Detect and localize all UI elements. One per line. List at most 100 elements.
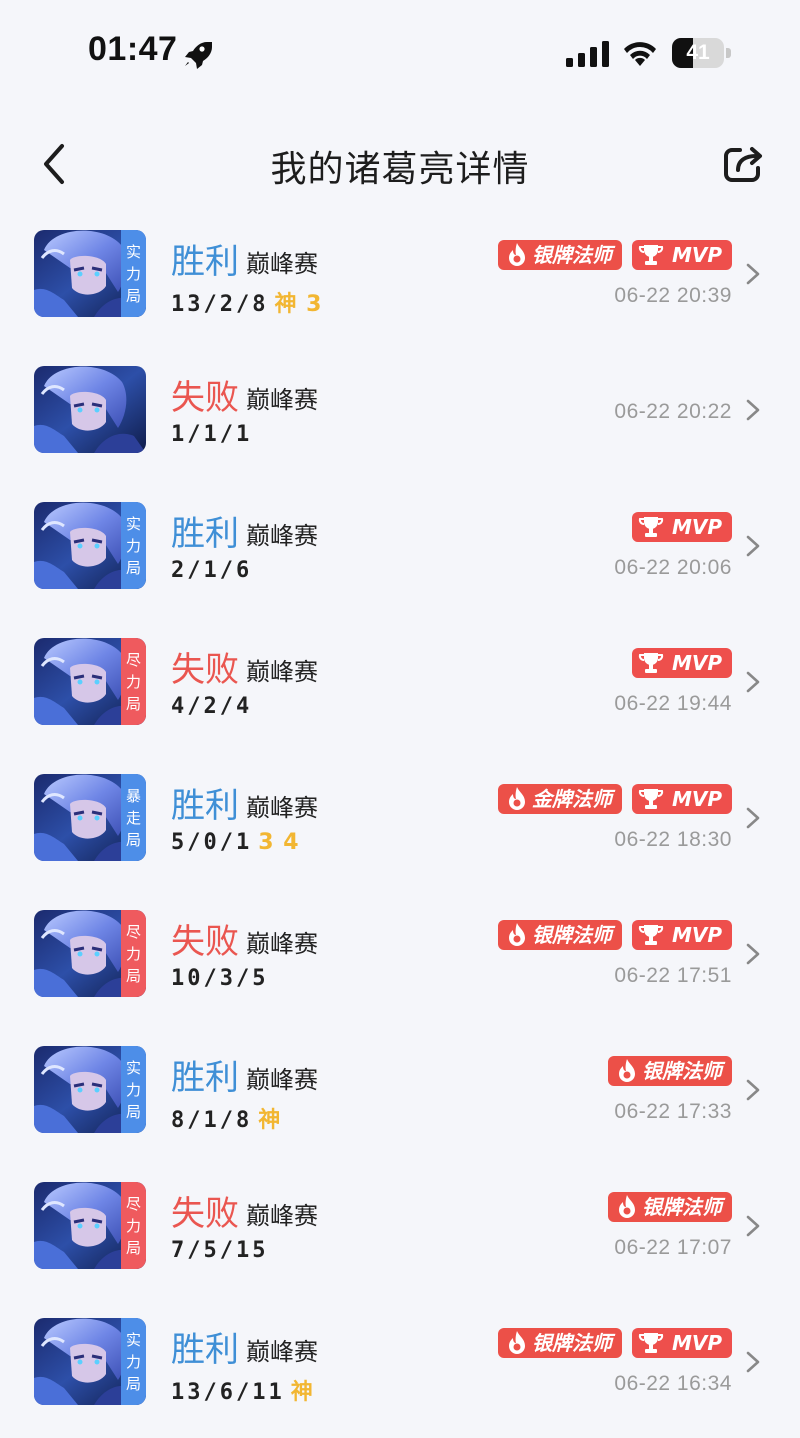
mode-tag-char: 局	[125, 286, 141, 305]
medal-badge: 银牌法师	[497, 920, 622, 950]
chevron-right-icon	[746, 1215, 760, 1237]
flame-icon	[619, 1195, 635, 1218]
chevron-right-icon	[746, 1079, 760, 1101]
medal-badge: 金牌法师	[497, 784, 622, 814]
badge-group: 银牌法师 MVP	[497, 240, 732, 274]
kda-value: 13/6/11	[171, 1380, 285, 1405]
mode-tag-char: 局	[125, 558, 141, 577]
mvp-badge: MVP	[631, 1328, 732, 1358]
medal-badge: 银牌法师	[497, 240, 622, 270]
mode-tag-char: 走	[125, 808, 141, 827]
kda-extra-mark: 神	[258, 1108, 282, 1133]
hero-avatar	[34, 366, 146, 453]
mvp-badge: MVP	[631, 512, 732, 542]
match-type: 巅峰赛	[246, 1066, 318, 1094]
mode-tag: 实力局	[121, 230, 146, 317]
battery-level-text: 41	[686, 41, 710, 64]
match-row[interactable]: 暴走局 胜利 巅峰赛 5/0/1 3 4 金牌法师 MVP 06-22 18:30	[0, 758, 800, 894]
match-time: 06-22 20:39	[614, 284, 732, 307]
match-type: 巅峰赛	[246, 930, 318, 958]
badge-label: MVP	[671, 515, 722, 539]
signal-icon	[566, 41, 609, 67]
badge-label: 银牌法师	[531, 923, 612, 947]
hero-avatar: 尽力局	[34, 910, 146, 997]
flame-icon	[508, 243, 525, 266]
chevron-right-icon	[746, 1351, 760, 1373]
match-row[interactable]: 实力局 胜利 巅峰赛 13/6/11 神 银牌法师 MVP 06-22 16:34	[0, 1302, 800, 1438]
match-time: 06-22 18:30	[614, 828, 732, 851]
badge-group: MVP	[631, 512, 732, 546]
flame-icon	[508, 787, 525, 810]
trophy-icon	[638, 653, 664, 673]
match-row[interactable]: 失败 巅峰赛 1/1/1 06-22 20:22	[0, 350, 800, 486]
mode-tag: 尽力局	[121, 1182, 146, 1269]
hero-avatar: 实力局	[34, 230, 146, 317]
mode-tag-char: 实	[125, 1330, 141, 1349]
trophy-icon	[638, 245, 664, 265]
kda-extra-mark: 神	[290, 1380, 314, 1405]
chevron-right-icon	[746, 263, 760, 285]
match-type: 巅峰赛	[246, 250, 318, 278]
mode-tag-char: 力	[125, 672, 141, 691]
share-button[interactable]	[720, 142, 770, 186]
match-time: 06-22 17:07	[614, 1236, 732, 1259]
trophy-icon	[638, 925, 664, 945]
kda-score: 7/5/15	[171, 1238, 274, 1263]
badge-label: 金牌法师	[531, 787, 612, 811]
mode-tag-char: 力	[125, 536, 141, 555]
page-title: 我的诸葛亮详情	[270, 149, 530, 190]
badge-group: 银牌法师 MVP	[497, 1328, 732, 1362]
mvp-badge: MVP	[631, 648, 732, 678]
badge-group: 银牌法师	[608, 1192, 732, 1226]
chevron-right-icon	[746, 399, 760, 421]
match-result: 失败	[171, 1194, 239, 1234]
badge-label: MVP	[671, 787, 722, 811]
kda-value: 1/1/1	[171, 422, 253, 447]
kda-score: 4/2/4	[171, 694, 258, 719]
kda-score: 13/6/11 神	[171, 1374, 314, 1406]
match-time: 06-22 20:22	[614, 400, 732, 423]
mode-tag-char: 力	[125, 1352, 141, 1371]
match-row[interactable]: 实力局 胜利 巅峰赛 2/1/6 MVP 06-22 20:06	[0, 486, 800, 622]
badge-label: 银牌法师	[531, 1331, 612, 1355]
match-type: 巅峰赛	[246, 386, 318, 414]
kda-value: 10/3/5	[171, 966, 269, 991]
match-time: 06-22 19:44	[614, 692, 732, 715]
mode-tag-char: 局	[125, 694, 141, 713]
mvp-badge: MVP	[631, 920, 732, 950]
match-type: 巅峰赛	[246, 1338, 318, 1366]
match-type: 巅峰赛	[246, 794, 318, 822]
badge-label: 银牌法师	[642, 1195, 722, 1219]
match-row[interactable]: 尽力局 失败 巅峰赛 4/2/4 MVP 06-22 19:44	[0, 622, 800, 758]
badge-label: 银牌法师	[531, 243, 612, 267]
medal-badge: 银牌法师	[608, 1192, 732, 1222]
match-type: 巅峰赛	[246, 658, 318, 686]
mode-tag-char: 尽	[125, 922, 141, 941]
mode-tag-char: 暴	[125, 786, 141, 805]
badge-group: 银牌法师 MVP	[497, 920, 732, 954]
chevron-right-icon	[746, 671, 760, 693]
rocket-icon	[185, 42, 212, 69]
match-row[interactable]: 实力局 胜利 巅峰赛 13/2/8 神 3 银牌法师 MVP 06-22 20:39	[0, 214, 800, 350]
badge-label: MVP	[671, 1331, 722, 1355]
badge-label: MVP	[671, 651, 722, 675]
hero-avatar: 实力局	[34, 1046, 146, 1133]
kda-value: 5/0/1	[171, 830, 253, 855]
flame-icon	[619, 1059, 635, 1082]
kda-score: 8/1/8 神	[171, 1102, 281, 1134]
mode-tag-char: 尽	[125, 650, 141, 669]
mode-tag-char: 实	[125, 1058, 141, 1077]
match-row[interactable]: 尽力局 失败 巅峰赛 7/5/15 银牌法师 06-22 17:07	[0, 1166, 800, 1302]
match-time: 06-22 17:51	[614, 964, 732, 987]
match-row[interactable]: 尽力局 失败 巅峰赛 10/3/5 银牌法师 MVP 06-22 17:51	[0, 894, 800, 1030]
match-row[interactable]: 实力局 胜利 巅峰赛 8/1/8 神 银牌法师 06-22 17:33	[0, 1030, 800, 1166]
hero-avatar: 实力局	[34, 1318, 146, 1405]
match-time: 06-22 16:34	[614, 1372, 732, 1395]
badge-label: MVP	[671, 243, 722, 267]
chevron-right-icon	[746, 943, 760, 965]
flame-icon	[508, 923, 525, 946]
nav-bar: 我的诸葛亮详情	[0, 120, 800, 210]
match-result: 胜利	[171, 242, 239, 282]
hero-avatar: 实力局	[34, 502, 146, 589]
trophy-icon	[638, 517, 664, 537]
